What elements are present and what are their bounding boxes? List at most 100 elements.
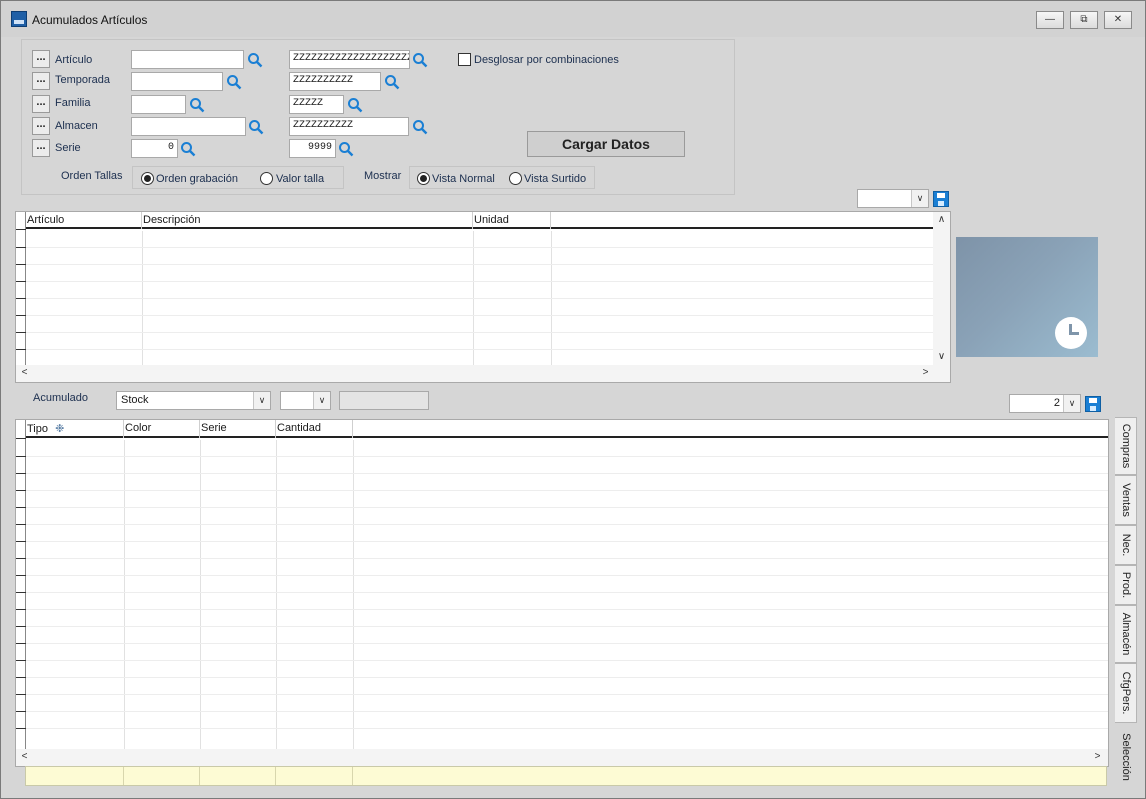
accumulated-row-header (16, 420, 26, 766)
temporada-from-search-icon[interactable] (226, 74, 242, 90)
tab-nec-label: Nec. (1119, 533, 1132, 557)
top-grid-save-icon[interactable] (933, 191, 949, 207)
almacen-from-input[interactable] (131, 117, 246, 136)
scroll-down-icon[interactable]: ∨ (933, 351, 950, 362)
col-descripcion[interactable]: Descripción (142, 212, 473, 229)
articulo-from-search-icon[interactable] (247, 52, 263, 68)
col-serie[interactable]: Serie (200, 420, 276, 438)
scroll-left-icon[interactable]: < (16, 367, 33, 378)
articulo-to-input[interactable]: ZZZZZZZZZZZZZZZZZZZZ (289, 50, 410, 69)
tab-ventas[interactable]: Ventas (1115, 475, 1137, 525)
bottom-grid-selector[interactable]: 2 ∨ (1009, 394, 1081, 413)
temporada-to-search-icon[interactable] (384, 74, 400, 90)
scroll-right-icon[interactable]: > (917, 367, 934, 378)
col-tipo[interactable]: Tipo ❉ (26, 420, 124, 438)
temporada-to-input[interactable]: ZZZZZZZZZZ (289, 72, 381, 91)
col-cantidad[interactable]: Cantidad (276, 420, 353, 438)
vista-surtido-radio[interactable] (509, 172, 522, 185)
bottom-grid-save-icon[interactable] (1085, 396, 1101, 412)
tab-prod[interactable]: Prod. (1115, 565, 1137, 605)
restore-button[interactable]: ⧉ (1070, 11, 1098, 29)
accumulated-grid[interactable]: Tipo ❉ Color Serie Cantidad < > (15, 419, 1109, 767)
chevron-down-icon[interactable]: ∨ (911, 190, 928, 207)
tab-cfgpers-label: CfgPers. (1119, 671, 1132, 715)
tab-seleccion[interactable]: Selección (1115, 723, 1137, 791)
orden-tallas-label: Orden Tallas (61, 170, 123, 182)
serie-label: Serie (55, 142, 81, 154)
temporada-from-input[interactable] (131, 72, 223, 91)
chevron-down-icon[interactable]: ∨ (313, 392, 330, 409)
tab-compras[interactable]: Compras (1115, 417, 1137, 475)
tab-ventas-label: Ventas (1119, 483, 1132, 517)
articulo-from-input[interactable] (131, 50, 244, 69)
side-tabs: Compras Ventas Nec. Prod. Almacén CfgPer… (1115, 417, 1137, 792)
temporada-label: Temporada (55, 74, 111, 86)
col-articulo[interactable]: Artículo (26, 212, 142, 229)
scroll-left-icon[interactable]: < (16, 751, 33, 762)
familia-to-search-icon[interactable] (347, 97, 363, 113)
tab-nec[interactable]: Nec. (1115, 525, 1137, 565)
familia-to-input[interactable]: ZZZZZ (289, 95, 344, 114)
image-preview (956, 237, 1098, 357)
articles-grid[interactable]: Artículo Descripción Unidad ∧ ∨ < > (15, 211, 951, 383)
serie-to-input[interactable]: 9999 (289, 139, 336, 158)
scroll-up-icon[interactable]: ∧ (933, 214, 950, 225)
almacen-label: Almacen (55, 120, 98, 132)
tab-almacen[interactable]: Almacén (1115, 605, 1137, 663)
filter-icon[interactable]: ❉ (55, 423, 64, 435)
serie-from-search-icon[interactable] (180, 141, 196, 157)
totals-row (25, 766, 1107, 786)
tab-cfgpers[interactable]: CfgPers. (1115, 663, 1137, 723)
almacen-to-input[interactable]: ZZZZZZZZZZ (289, 117, 409, 136)
desglosar-label[interactable]: Desglosar por combinaciones (474, 54, 619, 66)
window-title: Acumulados Artículos (32, 13, 148, 27)
close-button[interactable]: ✕ (1104, 11, 1132, 29)
col-tipo-label: Tipo (27, 423, 48, 435)
articulo-to-search-icon[interactable] (412, 52, 428, 68)
almacen-to-search-icon[interactable] (412, 119, 428, 135)
articulo-label: Artículo (55, 54, 93, 66)
familia-from-input[interactable] (131, 95, 186, 114)
desglosar-checkbox[interactable] (458, 53, 471, 66)
minimize-button[interactable]: ― (1036, 11, 1064, 29)
app-icon (11, 11, 27, 27)
acumulado-label: Acumulado (33, 392, 89, 404)
orden-grabacion-radio[interactable] (141, 172, 154, 185)
col-color[interactable]: Color (124, 420, 200, 438)
acumulado-secondary-select[interactable]: ∨ (280, 391, 331, 410)
chevron-down-icon[interactable]: ∨ (1063, 395, 1080, 412)
articles-vscroll[interactable]: ∧ ∨ (933, 212, 950, 365)
familia-from-search-icon[interactable] (189, 97, 205, 113)
acumulado-select[interactable]: Stock ∨ (116, 391, 271, 410)
main-window: Acumulados Artículos ― ⧉ ✕ ... Artículo … (0, 0, 1146, 799)
tab-seleccion-label: Selección (1120, 733, 1132, 781)
scroll-right-icon[interactable]: > (1089, 751, 1106, 762)
serie-lookup-button[interactable]: ... (32, 139, 50, 157)
title-bar: Acumulados Artículos ― ⧉ ✕ (1, 1, 1145, 37)
vista-normal-radio[interactable] (417, 172, 430, 185)
vista-surtido-label[interactable]: Vista Surtido (524, 173, 586, 185)
valor-talla-radio[interactable] (260, 172, 273, 185)
accumulated-grid-header: Tipo ❉ Color Serie Cantidad (26, 420, 1108, 438)
orden-grabacion-label[interactable]: Orden grabación (156, 173, 238, 185)
col-unidad[interactable]: Unidad (473, 212, 551, 229)
almacen-lookup-button[interactable]: ... (32, 117, 50, 135)
acumulado-text-field[interactable] (339, 391, 429, 410)
almacen-from-search-icon[interactable] (248, 119, 264, 135)
articulo-lookup-button[interactable]: ... (32, 50, 50, 68)
serie-from-input[interactable]: 0 (131, 139, 178, 158)
vista-normal-label[interactable]: Vista Normal (432, 173, 495, 185)
minimize-icon: ― (1045, 14, 1055, 25)
serie-to-search-icon[interactable] (338, 141, 354, 157)
articles-hscroll[interactable]: < > (16, 365, 950, 382)
articles-grid-header: Artículo Descripción Unidad (26, 212, 933, 229)
cargar-datos-button[interactable]: Cargar Datos (527, 131, 685, 157)
restore-icon: ⧉ (1080, 14, 1088, 25)
temporada-lookup-button[interactable]: ... (32, 72, 50, 90)
familia-lookup-button[interactable]: ... (32, 95, 50, 113)
tab-compras-label: Compras (1119, 423, 1132, 469)
valor-talla-label[interactable]: Valor talla (276, 173, 324, 185)
chevron-down-icon[interactable]: ∨ (253, 392, 270, 409)
top-grid-selector[interactable]: ∨ (857, 189, 929, 208)
accumulated-hscroll[interactable]: < > (16, 749, 1108, 766)
